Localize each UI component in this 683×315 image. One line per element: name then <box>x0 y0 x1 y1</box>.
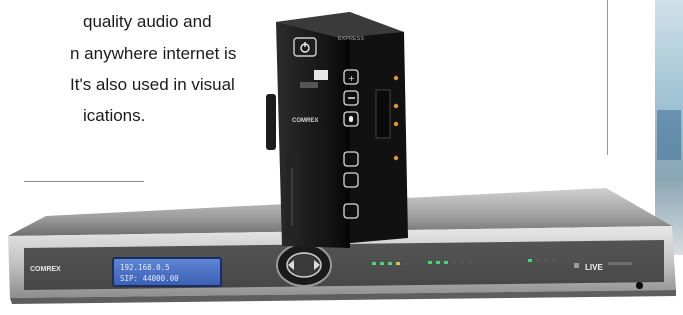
preset-2-button[interactable] <box>343 172 359 188</box>
headphone-jack <box>636 282 643 289</box>
rack-right-indicator <box>608 262 632 265</box>
device-illustration: COMREX 192.168.0.5 SIP: 44000.00 LIVE EX… <box>8 12 676 304</box>
plus-icon: + <box>348 74 355 83</box>
live-indicator: LIVE <box>585 263 603 272</box>
menu-button[interactable] <box>343 203 359 219</box>
status-led <box>393 75 399 81</box>
rack-brand: COMREX <box>30 266 61 273</box>
portable-display-patch <box>314 70 328 80</box>
lcd-line-1: 192.168.0.5 <box>120 263 170 272</box>
portable-brand: COMREX <box>292 118 318 124</box>
portable-unit: EXPRESS COMREX + <box>266 12 408 248</box>
photo-scene: ... quality audio and n anywhere interne… <box>0 0 683 315</box>
live-led <box>574 263 579 268</box>
mic-icon <box>349 116 353 122</box>
portable-label-patch <box>300 82 318 88</box>
side-port-cover <box>375 89 391 139</box>
portable-model-label: EXPRESS <box>338 36 364 42</box>
lcd-line-2: SIP: 44000.00 <box>120 274 179 283</box>
status-led <box>393 103 399 109</box>
status-led <box>393 121 399 127</box>
preset-1-button[interactable] <box>343 151 359 167</box>
portable-lower-grip <box>286 153 300 238</box>
portable-left-grip <box>266 94 276 150</box>
status-led <box>393 155 399 161</box>
